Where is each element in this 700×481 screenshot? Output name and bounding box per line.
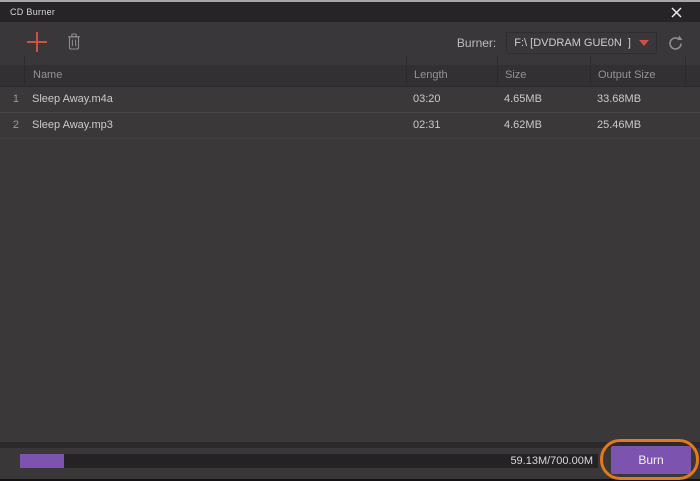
burn-button[interactable]: Burn xyxy=(611,446,691,474)
refresh-icon[interactable] xyxy=(667,35,684,52)
column-guide xyxy=(590,56,591,64)
column-guide xyxy=(24,56,25,64)
burner-dropdown[interactable]: F:\ [DVDRAM GUE0N ] xyxy=(506,32,657,54)
disc-capacity-bar: 59.13M/700.00M xyxy=(20,454,598,468)
burner-dropdown-value: F:\ [DVDRAM GUE0N ] xyxy=(514,37,631,49)
burner-controls: Burner: F:\ [DVDRAM GUE0N ] xyxy=(457,22,684,64)
table-row[interactable]: 1 Sleep Away.m4a 03:20 4.65MB 33.68MB xyxy=(0,87,700,113)
track-size: 4.62MB xyxy=(504,119,542,131)
toolbar: Burner: F:\ [DVDRAM GUE0N ] xyxy=(0,22,700,64)
progress-fill xyxy=(20,454,64,468)
add-track-icon[interactable] xyxy=(26,31,48,53)
column-header-size: Size xyxy=(497,65,590,86)
track-name: Sleep Away.mp3 xyxy=(32,119,113,131)
burner-label: Burner: xyxy=(456,36,497,50)
column-guide xyxy=(685,56,686,64)
column-header-output-size: Output Size xyxy=(590,65,685,86)
track-length: 03:20 xyxy=(413,93,441,105)
table-header: Name Length Size Output Size xyxy=(0,64,700,87)
track-length: 02:31 xyxy=(413,119,441,131)
cd-burner-window: CD Burner Burner: F:\ [DVDRAM GUE0N ] Na… xyxy=(0,0,700,481)
column-header-index xyxy=(0,65,24,86)
column-guide xyxy=(406,56,407,64)
close-icon[interactable] xyxy=(668,5,684,20)
row-index: 1 xyxy=(12,93,19,105)
column-header-name: Name xyxy=(24,65,406,86)
track-output-size: 25.46MB xyxy=(597,119,642,131)
row-index: 2 xyxy=(12,119,19,131)
column-guide xyxy=(497,56,498,64)
footer-bar: 59.13M/700.00M Burn xyxy=(0,446,700,479)
capacity-usage-text: 59.13M/700.00M xyxy=(510,455,593,467)
window-title: CD Burner xyxy=(10,7,56,17)
chevron-down-icon xyxy=(639,40,649,46)
track-size: 4.65MB xyxy=(504,93,542,105)
track-output-size: 33.68MB xyxy=(597,93,642,105)
trash-icon[interactable] xyxy=(66,33,82,51)
table-row[interactable]: 2 Sleep Away.mp3 02:31 4.62MB 25.46MB xyxy=(0,113,700,139)
column-header-length: Length xyxy=(406,65,497,86)
title-bar: CD Burner xyxy=(0,2,700,22)
column-header-spacer xyxy=(685,65,700,86)
track-name: Sleep Away.m4a xyxy=(32,93,113,105)
